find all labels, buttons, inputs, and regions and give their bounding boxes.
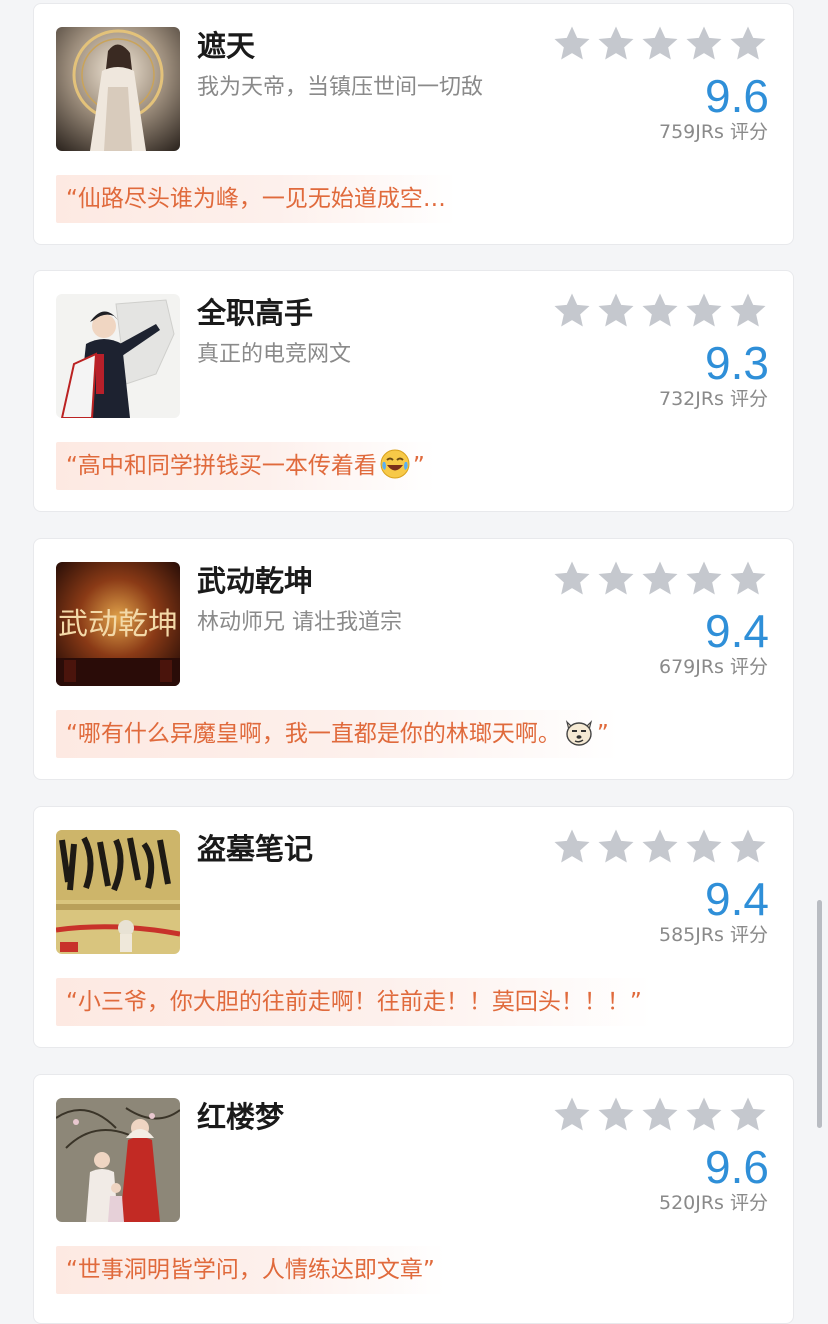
star-icon xyxy=(642,829,678,863)
book-card[interactable]: 武动乾坤 武动乾坤 林动师兄 请壮我道宗 9.4 679JRs 评分 “哪有什么… xyxy=(33,538,794,780)
quote-text: “世事洞明皆学问，人情练达即文章” xyxy=(66,1257,435,1283)
star-icon xyxy=(730,561,766,595)
star-rating xyxy=(552,1095,768,1135)
highlight-quote: “高中和同学拼钱买一本传着看 ” xyxy=(56,442,435,490)
star-icon xyxy=(686,561,722,595)
rating-count: 732JRs 评分 xyxy=(658,388,768,410)
rating-score: 9.4 xyxy=(705,605,769,657)
star-icon xyxy=(642,293,678,327)
star-icon xyxy=(554,26,590,60)
book-title: 武动乾坤 xyxy=(197,564,314,598)
highlight-quote: “哪有什么异魔皇啊，我一直都是你的林瑯天啊。 ” xyxy=(56,710,619,758)
star-icon xyxy=(686,829,722,863)
star-icon xyxy=(642,26,678,60)
book-title: 红楼梦 xyxy=(197,1100,285,1134)
quote-text: “仙路尽头谁为峰，一见无始道成空… xyxy=(66,186,446,212)
star-icon xyxy=(598,561,634,595)
star-rating xyxy=(552,559,768,599)
vertical-scrollbar[interactable] xyxy=(817,900,822,1128)
highlight-quote: “小三爷，你大胆的往前走啊！往前走！！莫回头！！！” xyxy=(56,978,652,1026)
book-subtitle: 我为天帝，当镇压世间一切敌 xyxy=(197,75,484,100)
star-icon xyxy=(686,293,722,327)
book-card[interactable]: 遮天 我为天帝，当镇压世间一切敌 9.6 759JRs 评分 “仙路尽头谁为峰，… xyxy=(33,3,794,245)
book-title: 遮天 xyxy=(197,29,256,63)
book-cover-image[interactable]: 武动乾坤 xyxy=(56,562,180,686)
rating-score: 9.6 xyxy=(705,1141,769,1193)
book-cover-image[interactable] xyxy=(56,1098,180,1222)
star-icon xyxy=(686,1097,722,1131)
book-title: 全职高手 xyxy=(197,296,314,330)
star-icon xyxy=(554,829,590,863)
book-card[interactable]: 红楼梦 9.6 520JRs 评分 “世事洞明皆学问，人情练达即文章” xyxy=(33,1074,794,1324)
quote-text: “小三爷，你大胆的往前走啊！往前走！！莫回头！！！” xyxy=(66,989,642,1015)
star-icon xyxy=(730,829,766,863)
book-title: 盗墓笔记 xyxy=(197,832,314,866)
smug-dog-emoji-icon xyxy=(563,716,595,748)
rating-count: 679JRs 评分 xyxy=(658,656,768,678)
rating-score: 9.3 xyxy=(705,337,769,389)
star-rating xyxy=(552,827,768,867)
highlight-quote: “仙路尽头谁为峰，一见无始道成空… xyxy=(56,175,456,223)
star-icon xyxy=(554,293,590,327)
star-icon xyxy=(598,26,634,60)
star-icon xyxy=(554,1097,590,1131)
book-subtitle: 林动师兄 请壮我道宗 xyxy=(197,610,402,635)
star-rating xyxy=(552,291,768,331)
rating-count: 520JRs 评分 xyxy=(658,1192,768,1214)
quote-text: “哪有什么异魔皇啊，我一直都是你的林瑯天啊。 xyxy=(66,721,561,747)
cover-title-text: 武动乾坤 xyxy=(58,607,178,642)
book-card[interactable]: 盗墓笔记 9.4 585JRs 评分 “小三爷，你大胆的往前走啊！往前走！！莫回… xyxy=(33,806,794,1048)
star-icon xyxy=(730,293,766,327)
rating-score: 9.6 xyxy=(705,70,769,122)
rating-score: 9.4 xyxy=(705,873,769,925)
star-icon xyxy=(642,561,678,595)
highlight-quote: “世事洞明皆学问，人情练达即文章” xyxy=(56,1246,445,1294)
star-icon xyxy=(730,26,766,60)
quote-closing-mark: ” xyxy=(596,721,609,747)
star-icon xyxy=(730,1097,766,1131)
star-rating xyxy=(552,24,768,64)
star-icon xyxy=(554,561,590,595)
book-subtitle: 真正的电竞网文 xyxy=(197,342,352,367)
rating-count: 585JRs 评分 xyxy=(658,924,768,946)
book-cover-image[interactable] xyxy=(56,27,180,151)
star-icon xyxy=(598,829,634,863)
quote-closing-mark: ” xyxy=(412,453,425,479)
star-icon xyxy=(686,26,722,60)
rating-count: 759JRs 评分 xyxy=(658,121,768,143)
quote-text: “高中和同学拼钱买一本传着看 xyxy=(66,453,377,479)
laughing-crying-emoji-icon xyxy=(379,448,411,480)
book-cover-image[interactable] xyxy=(56,294,180,418)
star-icon xyxy=(598,1097,634,1131)
book-cover-image[interactable] xyxy=(56,830,180,954)
star-icon xyxy=(642,1097,678,1131)
star-icon xyxy=(598,293,634,327)
book-card[interactable]: 全职高手 真正的电竞网文 9.3 732JRs 评分 “高中和同学拼钱买一本传着… xyxy=(33,270,794,512)
